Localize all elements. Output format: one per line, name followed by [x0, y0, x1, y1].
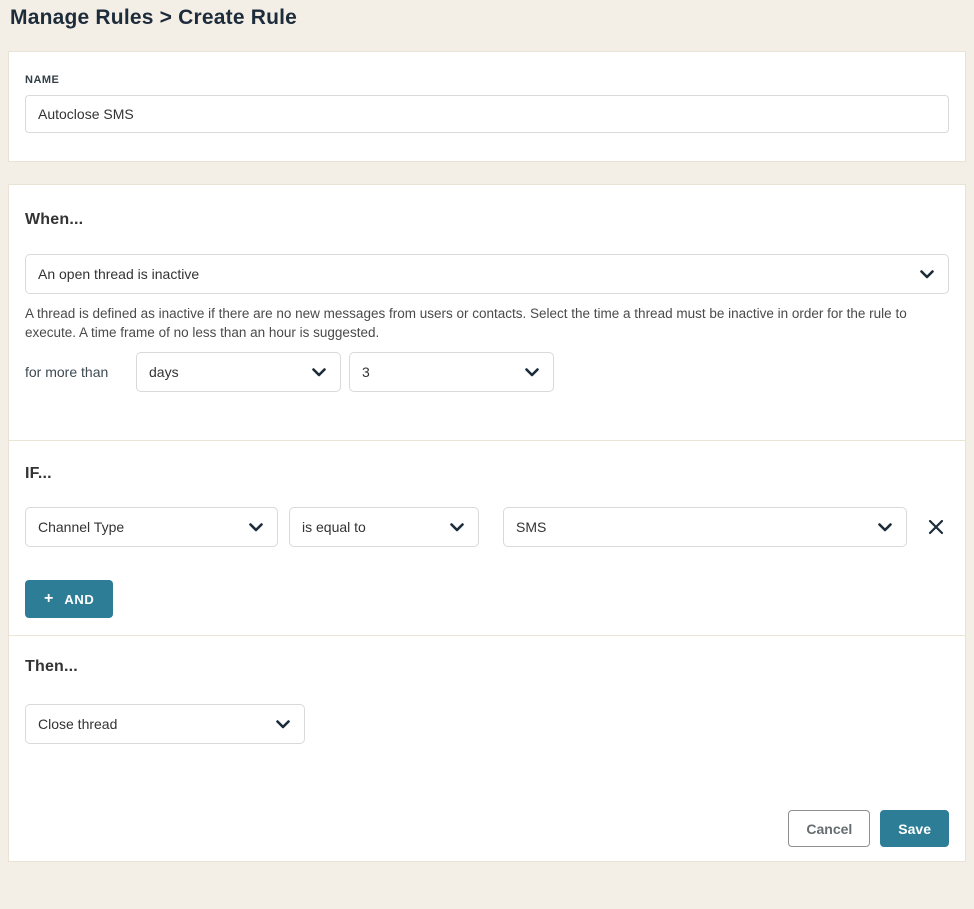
- duration-amount-select[interactable]: 3: [349, 352, 554, 392]
- chevron-down-icon: [878, 523, 892, 532]
- save-button[interactable]: Save: [880, 810, 949, 847]
- then-heading: Then...: [25, 658, 949, 676]
- duration-unit-value: days: [149, 364, 179, 380]
- chevron-down-icon: [312, 368, 326, 377]
- if-heading: IF...: [25, 465, 949, 483]
- name-field-label: NAME: [25, 74, 949, 86]
- inactive-helper-text: A thread is defined as inactive if there…: [25, 304, 949, 342]
- then-section: Then... Close thread Cancel Save: [9, 636, 965, 861]
- chevron-down-icon: [450, 523, 464, 532]
- condition-operator-select[interactable]: is equal to: [289, 507, 479, 547]
- remove-condition-button[interactable]: [925, 516, 947, 538]
- condition-field-value: Channel Type: [38, 519, 124, 535]
- condition-field-select[interactable]: Channel Type: [25, 507, 278, 547]
- chevron-down-icon: [920, 270, 934, 279]
- if-section: IF... Channel Type is equal to SMS: [9, 441, 965, 635]
- then-action-select[interactable]: Close thread: [25, 704, 305, 744]
- condition-operator-value: is equal to: [302, 519, 366, 535]
- and-button-label: AND: [64, 592, 94, 607]
- plus-icon: +: [44, 590, 53, 608]
- breadcrumb-page-title: Manage Rules > Create Rule: [0, 0, 974, 30]
- form-footer: Cancel Save: [25, 810, 949, 847]
- chevron-down-icon: [249, 523, 263, 532]
- duration-row: for more than days 3: [25, 352, 949, 392]
- when-trigger-value: An open thread is inactive: [38, 266, 199, 282]
- when-heading: When...: [25, 211, 949, 229]
- chevron-down-icon: [276, 720, 290, 729]
- condition-row: Channel Type is equal to SMS: [25, 507, 949, 547]
- close-icon: [927, 518, 945, 536]
- duration-amount-value: 3: [362, 364, 370, 380]
- chevron-down-icon: [525, 368, 539, 377]
- when-section: When... An open thread is inactive A thr…: [9, 185, 965, 440]
- duration-unit-select[interactable]: days: [136, 352, 341, 392]
- condition-value-value: SMS: [516, 519, 546, 535]
- duration-label: for more than: [25, 364, 136, 380]
- rule-name-card: NAME: [8, 51, 966, 162]
- when-trigger-select[interactable]: An open thread is inactive: [25, 254, 949, 294]
- cancel-button[interactable]: Cancel: [788, 810, 870, 847]
- add-and-condition-button[interactable]: + AND: [25, 580, 113, 618]
- then-action-value: Close thread: [38, 716, 117, 732]
- rule-builder-card: When... An open thread is inactive A thr…: [8, 184, 966, 862]
- rule-name-input[interactable]: [25, 95, 949, 133]
- condition-value-select[interactable]: SMS: [503, 507, 907, 547]
